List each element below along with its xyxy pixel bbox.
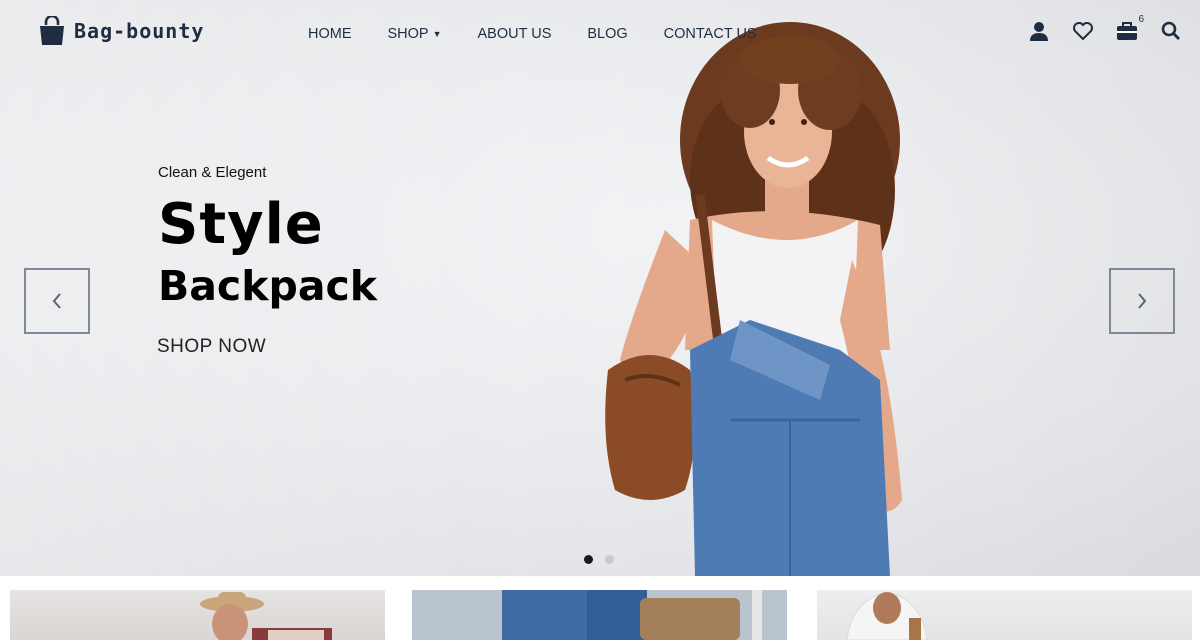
chevron-right-icon <box>1138 293 1147 309</box>
tile-image-man-hat <box>200 592 332 640</box>
slider-dot-2[interactable] <box>605 555 614 564</box>
brand-name: Bag-bounty <box>74 19 205 43</box>
nav-item-home[interactable]: HOME <box>308 26 352 42</box>
nav-label: CONTACT US <box>663 26 757 42</box>
chevron-left-icon <box>52 293 61 309</box>
briefcase-cart-icon <box>1117 22 1137 40</box>
search-button[interactable] <box>1160 20 1182 42</box>
account-button[interactable] <box>1028 20 1050 42</box>
user-icon <box>1030 22 1048 41</box>
shop-now-link[interactable]: SHOP NOW <box>157 336 266 358</box>
site-header: Bag-bounty HOME SHOP ▼ ABOUT US BLOG CONT… <box>0 0 1200 70</box>
nav-label: ABOUT US <box>477 26 552 42</box>
tile-image-bag-jeans <box>412 590 787 640</box>
cart-count-badge: 6 <box>1138 14 1144 25</box>
hero-title-line2: Backpack <box>158 262 378 310</box>
category-tile-1[interactable] <box>10 590 385 640</box>
heart-icon <box>1073 22 1093 41</box>
shopping-bag-icon <box>40 16 64 45</box>
category-tile-3[interactable] <box>817 590 1192 640</box>
nav-item-contact-us[interactable]: CONTACT US <box>664 26 757 42</box>
slider-dot-1[interactable] <box>584 555 593 564</box>
slider-pagination <box>584 555 614 564</box>
caret-down-icon: ▼ <box>432 29 442 39</box>
search-icon <box>1161 21 1180 40</box>
nav-label: SHOP <box>387 26 429 42</box>
hero-title-line1: Style <box>158 192 324 257</box>
cart-button[interactable]: 6 <box>1116 14 1144 42</box>
brand-logo[interactable]: Bag-bounty <box>38 16 204 46</box>
nav-item-blog[interactable]: BLOG <box>587 26 627 42</box>
nav-label: HOME <box>308 26 352 42</box>
header-actions: 6 <box>1028 14 1182 42</box>
nav-label: BLOG <box>587 26 628 42</box>
slider-next-button[interactable] <box>1109 268 1175 334</box>
nav-item-shop[interactable]: SHOP ▼ <box>388 26 442 42</box>
hero-eyebrow: Clean & Elegent <box>158 164 267 181</box>
main-nav: HOME SHOP ▼ ABOUT US BLOG CONTACT US <box>308 26 793 42</box>
hero-model-image <box>605 22 902 576</box>
category-tile-2[interactable] <box>412 590 787 640</box>
tile-image-man-hoodie <box>846 591 928 640</box>
slider-prev-button[interactable] <box>24 268 90 334</box>
wishlist-button[interactable] <box>1072 20 1094 42</box>
nav-item-about-us[interactable]: ABOUT US <box>478 26 552 42</box>
